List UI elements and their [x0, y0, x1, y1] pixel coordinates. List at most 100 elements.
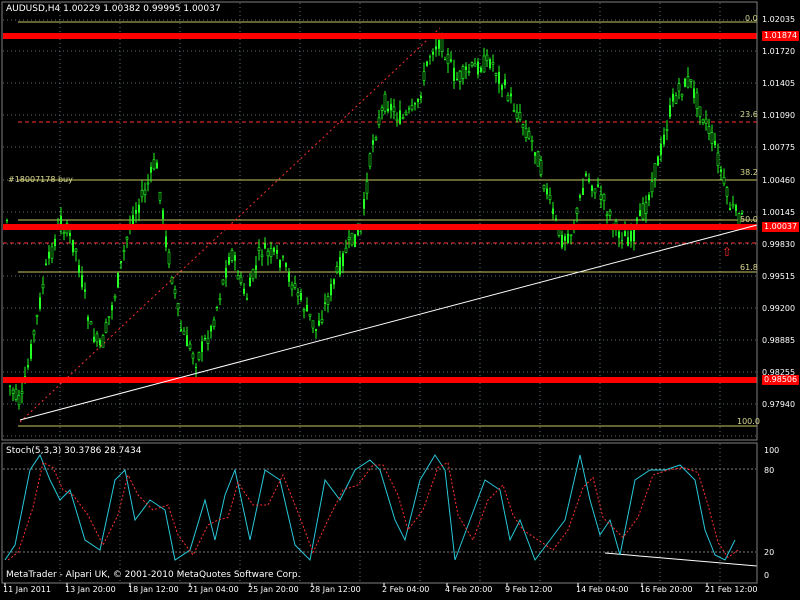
candle-body — [257, 247, 261, 251]
candle-body — [456, 78, 458, 80]
candle-body — [239, 276, 243, 283]
candle-body — [555, 218, 557, 220]
candle-body — [518, 111, 522, 120]
price-chart[interactable] — [0, 0, 800, 600]
candle-body — [618, 231, 620, 238]
candle-body — [101, 335, 105, 348]
candle-body — [530, 140, 534, 143]
fib-label-61-8: 61.8 — [740, 263, 758, 272]
candle-body — [6, 219, 8, 222]
candle-body — [636, 218, 638, 221]
candle-body — [602, 193, 606, 202]
order-label: #18007178 buy — [8, 175, 73, 184]
candle-body — [506, 94, 510, 101]
candle-body — [186, 335, 188, 347]
candle-body — [206, 337, 210, 344]
candle-body — [380, 107, 384, 111]
candle-body — [731, 203, 735, 207]
candle-body — [326, 296, 330, 305]
candle-body — [714, 140, 716, 146]
candle-body — [243, 288, 245, 294]
candle-body — [32, 330, 36, 336]
candle-body — [156, 162, 158, 169]
candle-body — [62, 232, 66, 234]
candle-body — [365, 181, 369, 194]
price-tag-upper: 1.01874 — [762, 31, 800, 41]
stoch-main-line — [4, 453, 736, 562]
candle-body — [212, 319, 216, 327]
candle-body — [269, 248, 273, 258]
candle-body — [315, 328, 317, 331]
candle-body — [320, 319, 324, 323]
candle-body — [722, 176, 726, 185]
candle-body — [48, 251, 50, 259]
candle-body — [39, 297, 41, 309]
candle-body — [704, 118, 708, 124]
candle-body — [542, 185, 546, 190]
candle-body — [50, 246, 54, 259]
price-tick: 0.99200 — [762, 304, 796, 313]
candle-body — [401, 117, 405, 119]
candle-body — [485, 54, 489, 61]
candle-body — [152, 159, 156, 170]
time-tick: 4 Feb 20:00 — [445, 585, 493, 594]
time-tick: 21 Jan 04:00 — [188, 585, 239, 594]
candle-body — [276, 250, 278, 254]
time-tick: 11 Jan 2011 — [3, 585, 51, 594]
candle-body — [680, 93, 684, 97]
candle-body — [264, 243, 266, 249]
candle-body — [624, 231, 626, 237]
candle-body — [20, 391, 24, 394]
fib-label-0: 0.0 — [745, 14, 758, 23]
candle-body — [444, 59, 446, 61]
candle-body — [470, 62, 474, 67]
support-line-current — [3, 224, 757, 230]
time-tick: 2 Feb 04:00 — [382, 585, 430, 594]
fib-label-100: 100.0 — [737, 417, 760, 426]
candle-body — [285, 263, 287, 267]
candle-body — [74, 248, 78, 252]
candle-body — [435, 46, 437, 50]
candle-body — [363, 199, 365, 209]
candle-body — [693, 88, 695, 98]
candle-body — [480, 67, 482, 72]
indicator-frame — [1, 442, 758, 584]
candle-body — [354, 234, 356, 247]
candle-body — [99, 340, 101, 346]
candle-body — [87, 316, 89, 321]
indicator-trendline — [604, 552, 758, 567]
candle-body — [41, 283, 45, 289]
candle-body — [698, 106, 702, 117]
candle-body — [372, 140, 374, 145]
candle-body — [408, 108, 410, 110]
candle-body — [210, 325, 212, 332]
candle-body — [146, 182, 150, 185]
candle-body — [308, 313, 312, 317]
candle-body — [477, 61, 479, 75]
resistance-line-upper — [3, 33, 757, 39]
candle-body — [663, 134, 665, 145]
candle-body — [395, 118, 399, 122]
candle-body — [45, 263, 47, 266]
candle-body — [641, 203, 645, 220]
candle-body — [150, 166, 152, 173]
candle-body — [465, 66, 467, 70]
candle-body — [282, 256, 284, 258]
price-tick: 1.02035 — [762, 15, 796, 24]
candle-body — [84, 289, 86, 292]
candle-body — [417, 98, 419, 103]
candle-body — [302, 309, 306, 312]
candle-body — [288, 272, 290, 282]
price-tag-lower: 0.98506 — [762, 375, 800, 385]
candle-body — [677, 83, 681, 92]
candle-body — [117, 273, 119, 288]
candle-body — [318, 320, 320, 326]
candle-body — [575, 207, 579, 214]
candle-body — [135, 209, 137, 214]
overlay-lines — [3, 33, 758, 567]
candle-body — [579, 195, 581, 198]
fib-label-38-2: 38.2 — [740, 168, 758, 177]
candle-body — [170, 276, 174, 284]
symbol-info: AUDUSD,H4 1.00229 1.00382 0.99995 1.0003… — [6, 4, 221, 14]
candle-body — [729, 207, 731, 210]
